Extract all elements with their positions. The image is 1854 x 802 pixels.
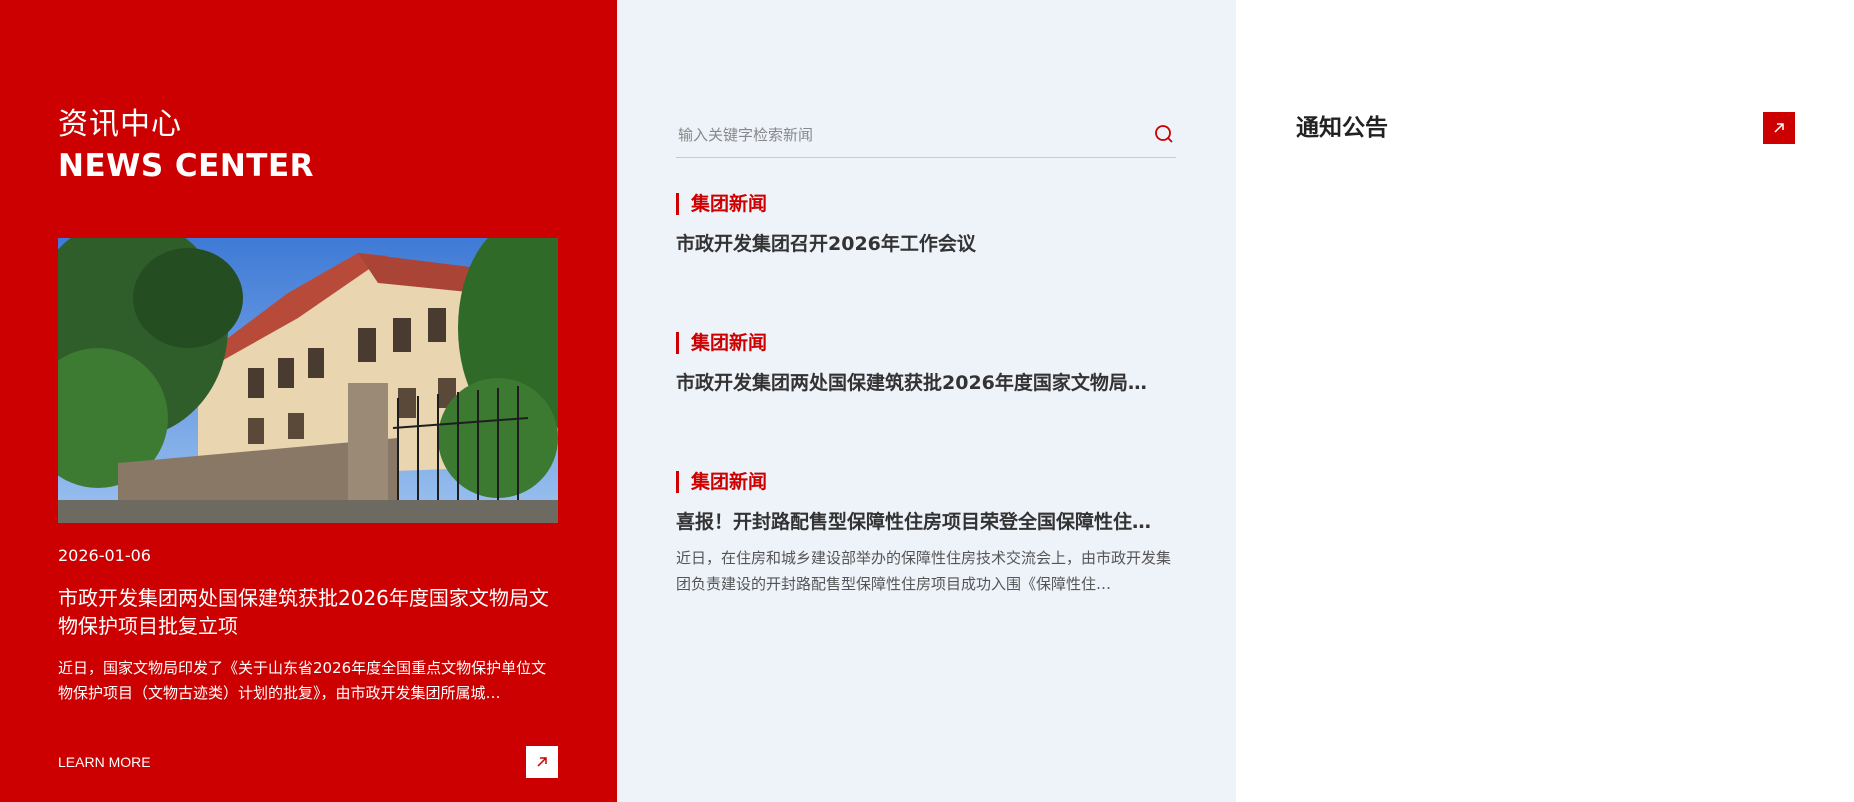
news-center-section: 资讯中心 NEWS CENTER 2026-01-06 市政开发集团两处国保建筑… xyxy=(0,0,1854,802)
search-button[interactable] xyxy=(1152,122,1176,146)
news-list-item[interactable]: 集团新闻 市政开发集团两处国保建筑获批2026年度国家文物局… xyxy=(676,332,1176,396)
featured-news-summary: 近日，国家文物局印发了《关于山东省2026年度全国重点文物保护单位文物保护项目（… xyxy=(58,659,547,702)
news-category-tag: 集团新闻 xyxy=(676,332,1176,354)
news-title[interactable]: 喜报！开封路配售型保障性住房项目荣登全国保障性住… xyxy=(676,509,1176,535)
news-list-item[interactable]: 集团新闻 喜报！开封路配售型保障性住房项目荣登全国保障性住… 近日，在住房和城乡… xyxy=(676,471,1176,597)
notice-panel: 通知公告 xyxy=(1236,0,1854,802)
news-list-panel: 集团新闻 市政开发集团召开2026年工作会议 集团新闻 市政开发集团两处国保建筑… xyxy=(617,0,1236,802)
news-category-tag: 集团新闻 xyxy=(676,471,1176,493)
news-search-bar xyxy=(676,112,1176,158)
featured-news-image[interactable] xyxy=(58,238,558,523)
learn-more-button[interactable] xyxy=(526,746,558,778)
news-category-tag: 集团新闻 xyxy=(676,193,1176,215)
featured-news-title[interactable]: 市政开发集团两处国保建筑获批2026年度国家文物局文物保护项目批复立项 xyxy=(58,584,558,640)
notice-title: 通知公告 xyxy=(1296,115,1388,141)
section-title-cn: 资讯中心 xyxy=(58,107,182,142)
featured-news-panel: 资讯中心 NEWS CENTER 2026-01-06 市政开发集团两处国保建筑… xyxy=(0,0,617,802)
news-title[interactable]: 市政开发集团召开2026年工作会议 xyxy=(676,231,1176,257)
section-title-en: NEWS CENTER xyxy=(58,148,314,184)
news-list-item[interactable]: 集团新闻 市政开发集团召开2026年工作会议 xyxy=(676,193,1176,257)
notice-more-button[interactable] xyxy=(1763,112,1795,144)
news-title[interactable]: 市政开发集团两处国保建筑获批2026年度国家文物局… xyxy=(676,370,1176,396)
news-search-input[interactable] xyxy=(676,120,1136,150)
learn-more-link[interactable]: LEARN MORE xyxy=(58,753,151,771)
search-icon xyxy=(1155,125,1173,143)
news-summary: 近日，在住房和城乡建设部举办的保障性住房技术交流会上，由市政开发集团负责建设的开… xyxy=(676,549,1172,593)
arrow-up-right-icon xyxy=(537,757,547,767)
arrow-up-right-icon xyxy=(1774,123,1784,133)
featured-news-date: 2026-01-06 xyxy=(58,546,151,565)
